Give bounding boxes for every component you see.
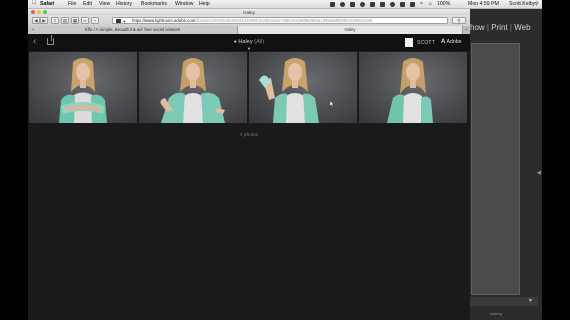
avatar[interactable] bbox=[405, 38, 413, 47]
menu-view[interactable]: View bbox=[99, 1, 110, 7]
grid-icon: ▦ bbox=[72, 18, 78, 23]
menu-safari[interactable]: Safari bbox=[40, 1, 54, 7]
lock-icon: ● bbox=[123, 18, 126, 24]
footer-label: sticking bbox=[490, 312, 502, 316]
portrait-image bbox=[160, 58, 225, 123]
preview-panel bbox=[471, 43, 520, 295]
status-app-icon[interactable] bbox=[360, 1, 365, 7]
current-user[interactable]: Scott Kelby bbox=[509, 1, 535, 7]
apple-menu-icon[interactable]:  bbox=[32, 0, 37, 6]
module-web[interactable]: Web bbox=[514, 23, 530, 32]
separator: | bbox=[509, 23, 512, 32]
url-path: /libraries/20e05c8e0254431589fc4ca810aae… bbox=[195, 18, 373, 23]
lightroom-web-app: ‹ ● Haley (All) ▼ SCOTT A Adobe 4 photos bbox=[28, 34, 470, 320]
menu-window[interactable]: Window bbox=[175, 1, 193, 7]
status-app-icon[interactable] bbox=[370, 1, 375, 7]
menu-history[interactable]: History bbox=[116, 1, 132, 7]
album-filter: (All) bbox=[254, 39, 265, 45]
plus-icon: + bbox=[465, 27, 468, 32]
tab-label: Haley bbox=[344, 27, 356, 32]
site-favicon bbox=[116, 19, 121, 23]
wifi-icon[interactable]: ≈ bbox=[420, 1, 423, 7]
share-icon: ⇧ bbox=[53, 18, 57, 23]
photo-thumbnail[interactable] bbox=[29, 52, 137, 123]
clock[interactable]: Mon 4:59 PM bbox=[468, 1, 499, 7]
chevron-down-icon[interactable]: ▼ bbox=[247, 46, 251, 51]
reading-list-button[interactable]: ∞ bbox=[81, 17, 89, 24]
back-arrow-icon: ◀ bbox=[34, 18, 38, 23]
status-app-icon[interactable] bbox=[390, 1, 395, 7]
menu-bar:  Safari File Edit View History Bookmark… bbox=[28, 0, 542, 9]
separator: | bbox=[486, 23, 489, 32]
menu-help[interactable]: Help bbox=[199, 1, 210, 7]
photo-grid bbox=[28, 52, 470, 123]
brand-label: Adobe bbox=[446, 39, 462, 45]
window-title: Haley bbox=[243, 9, 255, 15]
portrait-image bbox=[387, 58, 433, 123]
share-button[interactable]: ⇧ bbox=[51, 17, 59, 24]
tab-elfo[interactable]: × Elfo / A Simple, Beautiful & ad- free … bbox=[28, 26, 238, 34]
magnifier-icon: ⚲ bbox=[457, 18, 461, 23]
status-app-icon[interactable] bbox=[350, 1, 355, 7]
close-tab-icon[interactable]: × bbox=[32, 26, 35, 34]
adobe-logo[interactable]: A Adobe bbox=[441, 39, 462, 45]
glasses-icon: ∞ bbox=[83, 18, 87, 23]
plus-icon: + bbox=[93, 18, 97, 23]
module-slideshow[interactable]: how bbox=[470, 23, 485, 32]
search-field[interactable]: ⚲ bbox=[452, 17, 466, 24]
panel-collapse-icon[interactable]: ◀ bbox=[537, 170, 541, 176]
lock-icon: ● bbox=[233, 39, 237, 45]
app-header: ‹ ● Haley (All) ▼ SCOTT A Adobe bbox=[28, 34, 470, 51]
status-app-icon[interactable] bbox=[380, 1, 385, 7]
browser-toolbar: ◀ ▶ ⇧ ▤ ▦ ∞ + ● https://www.lightroom.ad… bbox=[28, 15, 470, 26]
user-name[interactable]: SCOTT bbox=[417, 40, 435, 46]
search-icon[interactable]: ⚲ bbox=[535, 1, 539, 7]
photo-thumbnail[interactable] bbox=[139, 52, 247, 123]
back-button[interactable]: ◀ bbox=[32, 17, 40, 24]
tab-label: Elfo / A Simple, Beautiful & ad- free so… bbox=[84, 27, 181, 32]
sidebar-button[interactable]: ▤ bbox=[61, 17, 69, 24]
menu-bookmarks[interactable]: Bookmarks bbox=[141, 1, 167, 7]
filmstrip-bar: ▼ bbox=[470, 297, 538, 306]
module-print[interactable]: Print bbox=[491, 23, 507, 32]
mouse-cursor-icon bbox=[330, 101, 335, 107]
status-app-icon[interactable] bbox=[330, 1, 335, 7]
menu-file[interactable]: File bbox=[68, 1, 76, 7]
album-name: Haley bbox=[238, 39, 253, 45]
photo-count: 4 photos bbox=[239, 133, 259, 138]
menu-edit[interactable]: Edit bbox=[83, 1, 92, 7]
volume-icon[interactable]: ♨ bbox=[428, 1, 433, 7]
add-bookmark-button[interactable]: + bbox=[91, 17, 99, 24]
status-app-icon[interactable] bbox=[400, 1, 405, 7]
module-picker: how | Print | Web bbox=[470, 23, 531, 32]
portrait-image bbox=[259, 58, 319, 123]
photo-thumbnail[interactable] bbox=[359, 52, 467, 123]
status-app-icon[interactable] bbox=[410, 1, 415, 7]
top-sites-button[interactable]: ▦ bbox=[71, 17, 79, 24]
status-app-icon[interactable] bbox=[340, 1, 345, 7]
portrait-image bbox=[59, 58, 107, 123]
photo-thumbnail[interactable] bbox=[249, 52, 357, 123]
forward-arrow-icon: ▶ bbox=[42, 18, 46, 23]
sidebar-icon: ▤ bbox=[62, 18, 68, 23]
album-selector[interactable]: ● Haley (All) bbox=[28, 39, 470, 45]
address-bar[interactable]: ● https://www.lightroom.adobe.com/librar… bbox=[112, 17, 448, 24]
adobe-icon: A bbox=[441, 39, 446, 45]
new-tab-button[interactable]: + bbox=[463, 26, 470, 34]
tab-haley[interactable]: Haley bbox=[238, 26, 463, 34]
chevron-down-icon[interactable]: ▼ bbox=[528, 298, 533, 304]
background-app: how | Print | Web ▼ sticking bbox=[470, 9, 542, 320]
url-domain: https://www.lightroom.adobe.com bbox=[132, 18, 196, 23]
battery-level[interactable]: 100% bbox=[437, 1, 450, 7]
forward-button[interactable]: ▶ bbox=[40, 17, 48, 24]
